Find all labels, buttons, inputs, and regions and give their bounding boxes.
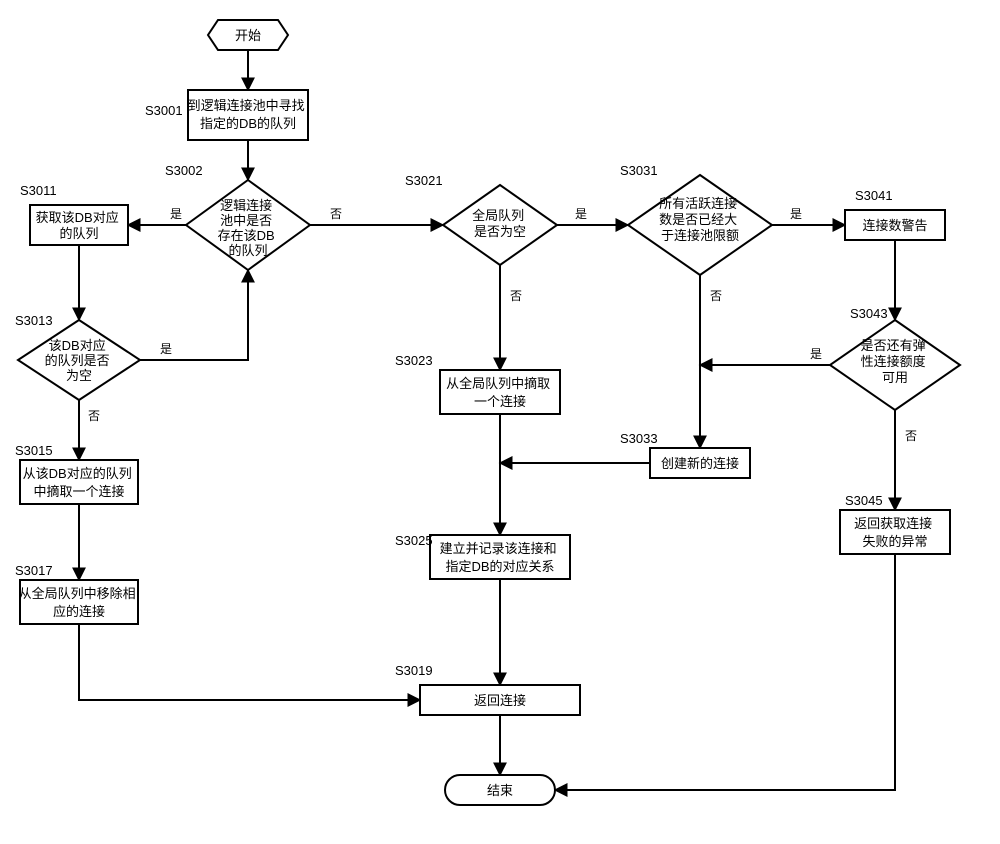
edge-s3013-yes: 是 xyxy=(160,342,172,356)
step-s3043: S3043 xyxy=(850,306,888,321)
step-s3013: S3013 xyxy=(15,313,53,328)
step-s3017: S3017 xyxy=(15,563,53,578)
label-s3041: 连接数警告 xyxy=(862,218,927,233)
edge-s3002-yes: 是 xyxy=(170,207,182,221)
node-end: 结束 xyxy=(445,775,555,805)
edge-s3013-no: 否 xyxy=(88,409,100,423)
node-s3015: 从该DB对应的队列 中摘取一个连接 从该DB对应的队列中摘取一个连接 xyxy=(0,0,200,504)
step-s3045: S3045 xyxy=(845,493,883,508)
step-s3019: S3019 xyxy=(395,663,433,678)
label-end: 结束 xyxy=(487,783,513,798)
node-s3041: 连接数警告 xyxy=(845,210,945,240)
step-s3041: S3041 xyxy=(855,188,893,203)
node-s3019: 返回连接 xyxy=(420,685,580,715)
edge-s3031-no: 否 xyxy=(710,289,722,303)
node-start: 开始 xyxy=(208,20,288,50)
edge-s3043-yes: 是 xyxy=(810,347,822,361)
edge-s3021-yes: 是 xyxy=(575,207,587,221)
edge-s3002-no: 否 xyxy=(330,207,342,221)
svg-text:全局队列 是否为空: 全局队列 是否为空 xyxy=(472,208,528,239)
step-s3033: S3033 xyxy=(620,431,658,446)
step-s3025: S3025 xyxy=(395,533,433,548)
node-s3013: 该DB对应 的队列是否 为空 该DB对应的队列是否为空 xyxy=(0,0,148,400)
node-s3017: 从全局队列中移除相 应的连接 从全局队列中移除相应的连接 xyxy=(0,0,169,624)
edge-s3031-yes: 是 xyxy=(790,207,802,221)
edge-s3021-no: 否 xyxy=(510,289,522,303)
label-s3033: 创建新的连接 xyxy=(661,456,739,471)
label-s3019: 返回连接 xyxy=(474,693,526,708)
step-s3023: S3023 xyxy=(395,353,433,368)
step-s3001: S3001 xyxy=(145,103,183,118)
step-s3031: S3031 xyxy=(620,163,658,178)
step-s3011: S3011 xyxy=(20,183,57,198)
node-s3045: 返回获取连接 失败的异常 返回获取连接失败的异常 xyxy=(0,0,950,554)
svg-text:所有活跃连接 数是否已经大 于连接池限额: 所有活跃连接 数是否已经大 于连接池限额 xyxy=(659,196,741,243)
step-s3021: S3021 xyxy=(405,173,443,188)
step-s3002: S3002 xyxy=(165,163,203,178)
edge-s3043-no: 否 xyxy=(905,429,917,443)
flowchart: 开始 到逻辑连接池中寻找 指定的DB的队列 到逻辑连接池中寻找指定的DB的队列 … xyxy=(0,0,1000,844)
node-s3033: 创建新的连接 xyxy=(650,448,750,478)
node-s3011: 获取该DB对应 的队列 获取该DB对应的队列 xyxy=(0,0,128,245)
step-s3015: S3015 xyxy=(15,443,53,458)
label-start: 开始 xyxy=(235,28,261,43)
